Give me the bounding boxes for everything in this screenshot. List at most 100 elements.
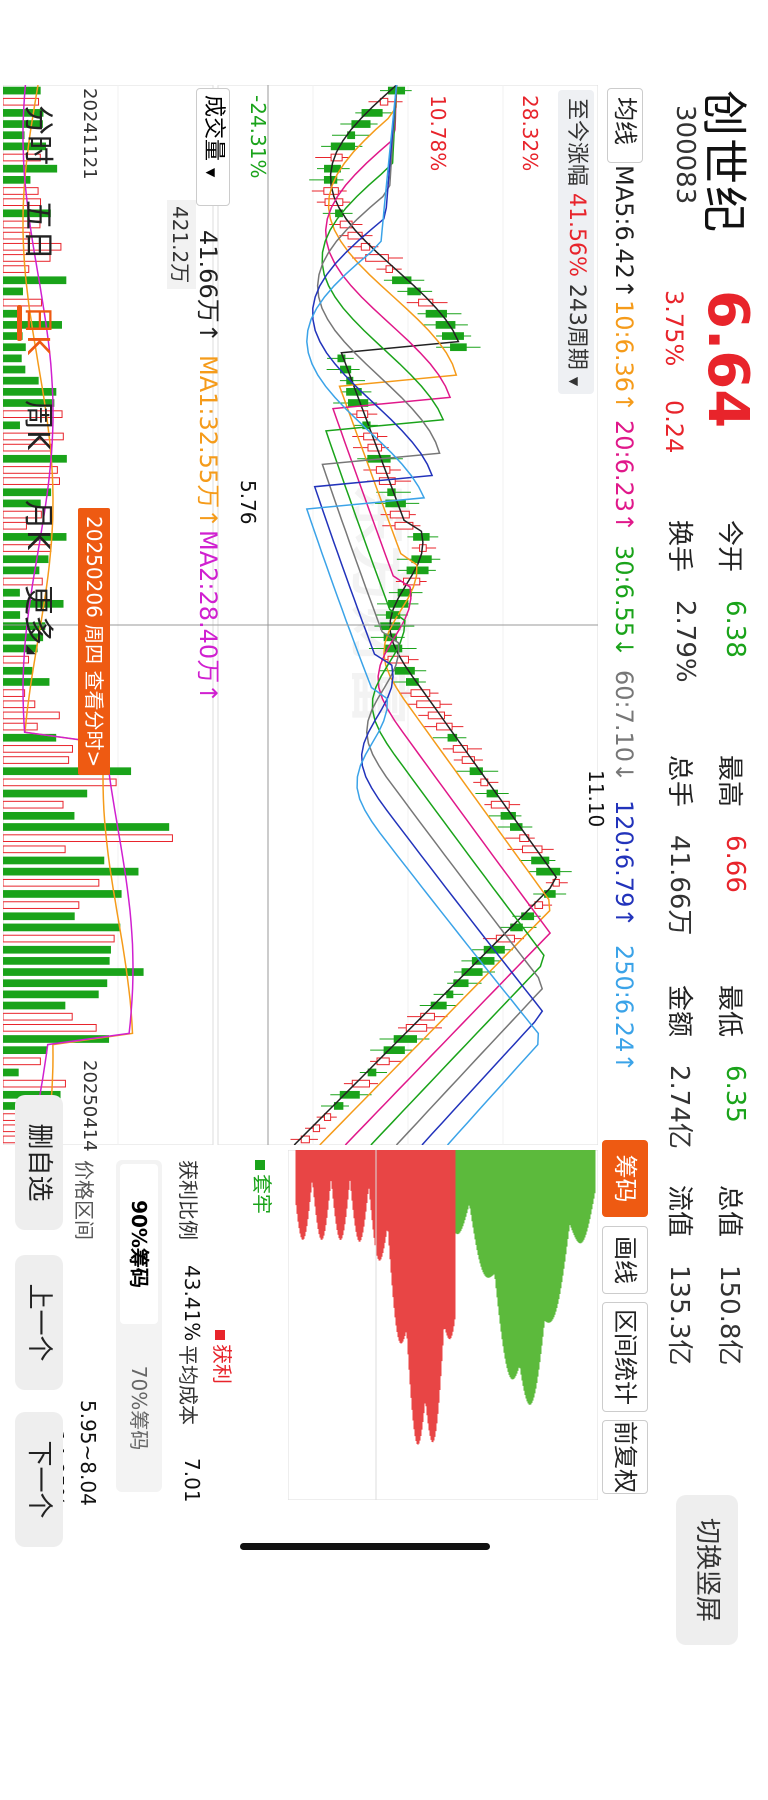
volume-bar (3, 901, 80, 909)
tab-70-chip[interactable]: 70%筹码 (120, 1328, 158, 1488)
volume-bar (3, 722, 38, 731)
chevron-down-icon: ▼ (204, 168, 218, 178)
volume-bar (3, 923, 121, 932)
ma-dropdown-label: 均线 (611, 97, 639, 145)
stock-code: 300083 (670, 105, 700, 205)
home-indicator[interactable] (240, 1543, 490, 1550)
volume-bar (3, 164, 58, 173)
open-value: 6.38 (720, 600, 750, 658)
tab-intraday[interactable]: 分时 (19, 105, 63, 165)
volume-ma2: MA2:28.40万↑ (194, 530, 222, 704)
current-price: 6.64 (695, 290, 760, 429)
volume-bar (3, 957, 110, 965)
candle (411, 555, 432, 564)
volume-bar (3, 555, 49, 564)
tab-forward-adjust[interactable]: 前复权 (602, 1420, 648, 1494)
candle (521, 845, 543, 854)
price-range-label: 价格区间 (72, 1160, 96, 1240)
tab-more[interactable]: 更多◢ (19, 585, 63, 654)
candle (446, 990, 454, 999)
ma10-value: 10:6.36↑ (610, 300, 638, 413)
volume-bar (3, 800, 64, 809)
tab-monthly-k[interactable]: 月K (19, 500, 63, 550)
avg-cost-label: 平均成本 (176, 1345, 200, 1425)
low-value: 6.35 (720, 1065, 750, 1123)
volume-current: 41.66万↑ (194, 230, 222, 343)
volume-bar (3, 187, 39, 195)
remove-watchlist-button[interactable]: 删自选 (15, 1095, 63, 1230)
candle (330, 142, 356, 151)
volume-bar (3, 689, 26, 697)
volume-bar (3, 477, 60, 485)
float-label: 流值 (664, 1185, 694, 1238)
switch-portrait-button[interactable]: 切换竖屏 (676, 1495, 738, 1645)
volume-bar (3, 890, 122, 898)
tab-draw-line[interactable]: 画线 (602, 1226, 648, 1294)
volume-axis-top: 421.2万 (167, 200, 196, 290)
volume-bar (3, 365, 26, 374)
turnover-value: 2.79% (670, 600, 700, 683)
candle (339, 1090, 360, 1099)
turnover-label: 换手 (664, 520, 694, 573)
ma20-value: 20:6.23↑ (610, 420, 638, 533)
ma5-value: MA5:6.42↑ (610, 165, 638, 300)
volume-bar (3, 376, 39, 385)
ma-dropdown[interactable]: 均线 ▼ (580, 88, 643, 163)
volume-bar (3, 745, 73, 753)
candle (312, 1124, 321, 1133)
volume-bar (3, 588, 20, 597)
volume-indicator-dropdown[interactable]: 成交量 ▼ (196, 88, 230, 206)
high-value: 6.66 (720, 835, 750, 893)
triangle-icon: ◢ (25, 645, 39, 655)
volume-bar (3, 566, 40, 575)
legend-trapped-label: 套牢 (250, 1174, 274, 1214)
tab-chips[interactable]: 筹码 (602, 1140, 648, 1217)
tab-five-day[interactable]: 五日 (19, 200, 63, 260)
tab-daily-k[interactable]: 日K (19, 305, 63, 355)
volume-bar (3, 611, 21, 619)
legend-trapped: 套牢 (249, 1160, 278, 1214)
volume-bar (3, 1046, 48, 1055)
candle (406, 566, 429, 575)
tab-interval-stats[interactable]: 区间统计 (602, 1302, 648, 1412)
volume-bar (3, 387, 57, 396)
range-gain-badge[interactable]: 至今涨幅 41.56% 243周期 ▼ (558, 90, 594, 395)
legend-profit-swatch (215, 1330, 225, 1340)
open-label: 今开 (714, 520, 744, 573)
volume-bar (3, 789, 88, 798)
volume-bar (3, 1057, 41, 1066)
candle (385, 265, 393, 273)
mktcap-label: 总值 (714, 1185, 744, 1238)
volume-bar (3, 700, 36, 709)
active-tab-indicator (17, 305, 22, 341)
crosshair-date-tag[interactable]: 20250206 周四 查看分时> (78, 508, 110, 776)
chip-distribution-chart (288, 1150, 598, 1500)
amount-label: 金额 (664, 985, 694, 1038)
legend-profit-label: 获利 (210, 1344, 234, 1384)
volume-bar (3, 756, 70, 764)
price-range-value: 5.95~8.04 (76, 1400, 100, 1506)
ma30-value: 30:6.55↓ (610, 545, 638, 658)
tab-90-chip[interactable]: 90%筹码 (120, 1164, 158, 1324)
volume-ma1: MA1:32.55万↑ (194, 355, 222, 529)
next-button[interactable]: 下一个 (15, 1412, 63, 1547)
candle (394, 666, 415, 675)
volume-bar (3, 845, 66, 854)
volume-bar (3, 867, 139, 876)
tab-weekly-k[interactable]: 周K (19, 400, 63, 450)
volume-bar (3, 86, 41, 95)
legend-trapped-swatch (255, 1160, 265, 1170)
previous-button[interactable]: 上一个 (15, 1255, 63, 1390)
candle (435, 321, 456, 329)
chip-ratio-tabs: 90%筹码 70%筹码 (116, 1160, 162, 1492)
volume-bar (3, 711, 60, 720)
volume-bar (3, 778, 117, 787)
home-indicator-area (20, 1540, 26, 1800)
candle (450, 343, 467, 352)
ma120-value: 120:6.79↑ (610, 800, 638, 928)
volume-bar (3, 1012, 73, 1021)
volume-bar (3, 990, 99, 999)
volume-bar (3, 856, 105, 865)
min-price-annotation: 5.76 (236, 480, 260, 525)
legend-profit: 获利 (209, 1330, 238, 1384)
